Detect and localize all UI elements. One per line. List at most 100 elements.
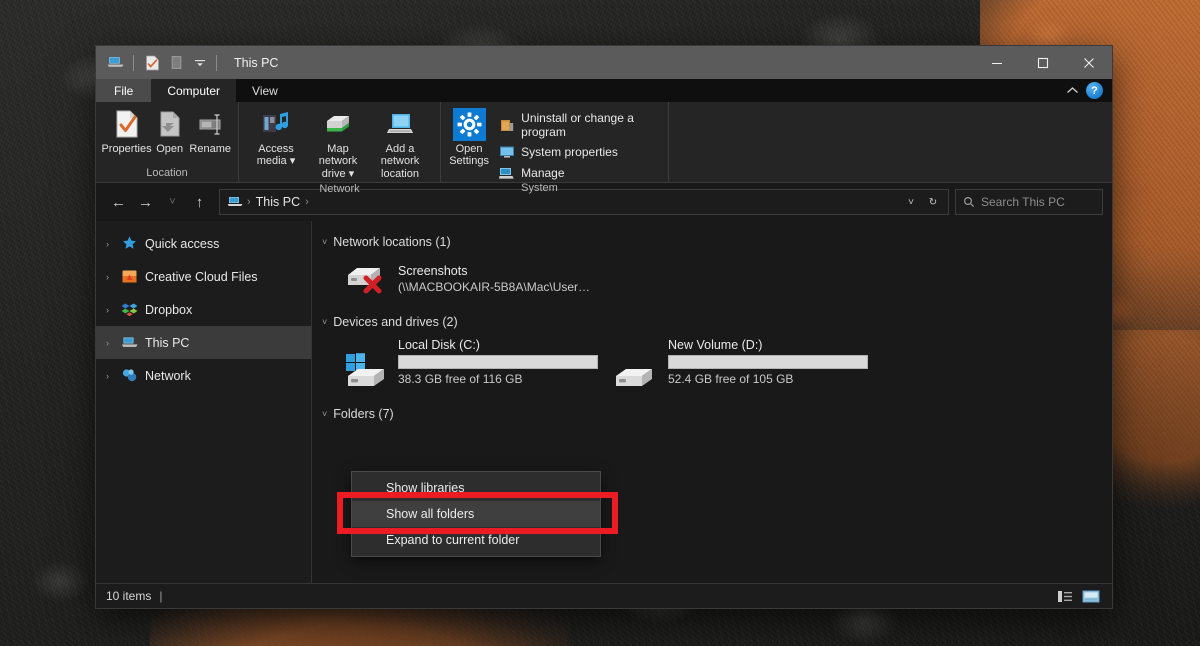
- ribbon-tab-bar: File Computer View ?: [96, 79, 1112, 102]
- ribbon-group-network-label: Network: [239, 183, 440, 198]
- group-header-network-locations[interactable]: ˅ Network locations (1): [318, 231, 1112, 253]
- window-title: This PC: [234, 56, 278, 70]
- disconnected-network-drive-icon: [342, 258, 390, 300]
- sidebar-label: This PC: [145, 336, 189, 350]
- folder-icon[interactable]: [165, 52, 187, 74]
- expand-chevron-icon[interactable]: ›: [101, 305, 114, 315]
- search-icon: [963, 196, 975, 208]
- sidebar-item-dropbox[interactable]: › Dropbox: [96, 293, 311, 326]
- windows-drive-icon: [342, 350, 390, 394]
- open-settings-button[interactable]: Open Settings: [447, 105, 491, 171]
- drive-free-space: 38.3 GB free of 116 GB: [398, 372, 598, 386]
- maximize-button[interactable]: [1020, 46, 1066, 79]
- sidebar-item-network[interactable]: › Network: [96, 359, 311, 392]
- tab-file[interactable]: File: [96, 79, 151, 102]
- group-header-devices-and-drives[interactable]: ˅ Devices and drives (2): [318, 311, 1112, 333]
- title-bar[interactable]: This PC: [96, 46, 1112, 79]
- help-button[interactable]: ?: [1086, 82, 1103, 99]
- tab-view[interactable]: View: [236, 79, 294, 102]
- group-header-label: Network locations (1): [333, 235, 450, 249]
- window-controls: [974, 46, 1112, 79]
- qat-separator-2: [216, 55, 217, 71]
- map-network-drive-icon: [322, 108, 354, 140]
- list-item[interactable]: Screenshots (\\MACBOOKAIR-5B8A\Mac\User…: [318, 253, 1112, 305]
- status-separator: |: [159, 589, 162, 603]
- recent-locations-button[interactable]: ˅: [159, 189, 186, 216]
- group-header-label: Folders (7): [333, 407, 393, 421]
- add-network-location-button[interactable]: Add a network location: [369, 105, 431, 183]
- sidebar-item-creative-cloud-files[interactable]: › Creative Cloud Files: [96, 260, 311, 293]
- context-menu: Show libraries Show all folders Expand t…: [351, 471, 601, 557]
- open-settings-label: Open Settings: [448, 143, 490, 168]
- expand-chevron-icon[interactable]: ›: [101, 338, 114, 348]
- customize-dropdown-icon[interactable]: [189, 52, 211, 74]
- sidebar-item-this-pc[interactable]: › This PC: [96, 326, 311, 359]
- collapse-chevron-icon[interactable]: ˅: [322, 317, 327, 327]
- creative-cloud-icon: [121, 268, 138, 285]
- capacity-bar: [668, 355, 868, 369]
- details-view-icon[interactable]: [1054, 587, 1076, 605]
- ribbon-group-system: Open Settings Uninstall or change a prog…: [440, 102, 668, 182]
- collapse-chevron-icon[interactable]: ˅: [322, 409, 327, 419]
- rename-button[interactable]: Rename: [188, 105, 232, 158]
- ribbon-empty-area: [668, 102, 1112, 182]
- access-media-label: Access media ▾: [246, 143, 306, 168]
- minimize-button[interactable]: [974, 46, 1020, 79]
- tab-computer[interactable]: Computer: [151, 79, 236, 102]
- file-explorer-window: This PC File Computer View ?: [96, 46, 1112, 608]
- large-icons-view-icon[interactable]: [1080, 587, 1102, 605]
- sidebar-label: Creative Cloud Files: [145, 270, 258, 284]
- system-properties-icon: [499, 144, 515, 160]
- settings-gear-icon: [453, 108, 485, 140]
- explorer-content: › Quick access › Creative Clou: [96, 221, 1112, 583]
- forward-button[interactable]: →: [132, 189, 159, 216]
- expand-chevron-icon[interactable]: ›: [101, 371, 114, 381]
- sidebar-item-quick-access[interactable]: › Quick access: [96, 227, 311, 260]
- system-properties-row[interactable]: System properties: [495, 143, 656, 161]
- expand-chevron-icon[interactable]: ›: [101, 239, 114, 249]
- refresh-button[interactable]: ↻: [922, 191, 944, 213]
- up-button[interactable]: ↑: [186, 189, 213, 216]
- ribbon-group-system-label: System: [441, 182, 668, 197]
- system-command-list: Uninstall or change a program System pro…: [491, 105, 662, 182]
- properties-button[interactable]: Properties: [102, 105, 151, 158]
- star-icon: [121, 235, 138, 252]
- properties-icon[interactable]: [141, 52, 163, 74]
- system-properties-label: System properties: [521, 145, 618, 159]
- drive-name: Local Disk (C:): [398, 338, 598, 352]
- open-label: Open: [156, 143, 183, 155]
- context-menu-item-expand-to-current-folder[interactable]: Expand to current folder: [352, 527, 600, 553]
- this-pc-icon: [121, 334, 138, 351]
- close-button[interactable]: [1066, 46, 1112, 79]
- drive-tile-new-volume-d[interactable]: New Volume (D:) 52.4 GB free of 105 GB: [588, 333, 858, 399]
- collapse-chevron-icon[interactable]: ˅: [322, 237, 327, 247]
- this-pc-icon[interactable]: [104, 52, 126, 74]
- search-box[interactable]: Search This PC: [955, 189, 1103, 215]
- group-header-label: Devices and drives (2): [333, 315, 457, 329]
- ribbon-group-location-label: Location: [96, 167, 238, 182]
- back-button[interactable]: ←: [105, 189, 132, 216]
- context-menu-item-show-all-folders[interactable]: Show all folders: [352, 501, 600, 527]
- uninstall-program-row[interactable]: Uninstall or change a program: [495, 110, 656, 140]
- manage-row[interactable]: Manage: [495, 164, 656, 182]
- quick-access-toolbar: [104, 52, 211, 74]
- open-button[interactable]: Open: [151, 105, 188, 158]
- collapse-ribbon-icon[interactable]: [1066, 86, 1079, 95]
- ribbon-panel: Properties Open: [96, 102, 1112, 183]
- context-menu-item-show-libraries[interactable]: Show libraries: [352, 475, 600, 501]
- drive-free-space: 52.4 GB free of 105 GB: [668, 372, 868, 386]
- address-history-button[interactable]: ˅: [900, 191, 922, 213]
- map-network-drive-button[interactable]: Map network drive ▾: [307, 105, 369, 183]
- access-media-icon: [260, 108, 292, 140]
- ribbon-group-network: Access media ▾ Map network drive ▾: [238, 102, 440, 182]
- expand-chevron-icon[interactable]: ›: [101, 272, 114, 282]
- manage-icon: [499, 165, 515, 181]
- group-header-folders[interactable]: ˅ Folders (7): [318, 403, 1112, 425]
- drive-tile-local-disk-c[interactable]: Local Disk (C:) 38.3 GB free of 116 GB: [318, 333, 588, 399]
- manage-label: Manage: [521, 166, 564, 180]
- access-media-button[interactable]: Access media ▾: [245, 105, 307, 171]
- map-network-drive-label: Map network drive ▾: [308, 143, 368, 180]
- add-network-location-icon: [384, 108, 416, 140]
- network-icon: [121, 367, 138, 384]
- item-name: Screenshots: [398, 264, 590, 278]
